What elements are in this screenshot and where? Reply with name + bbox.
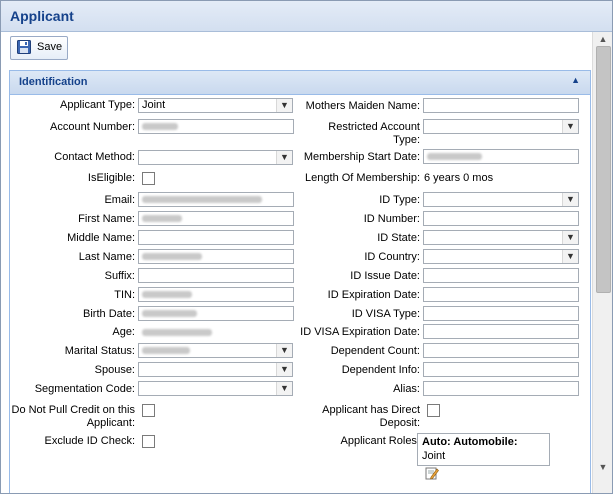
do-not-pull-credit-checkbox[interactable]	[142, 404, 155, 417]
floppy-disk-icon	[17, 40, 31, 54]
applicant-type-value: Joint	[142, 99, 166, 111]
alias-label: Alias:	[393, 383, 420, 395]
scrollbar-thumb[interactable]	[596, 46, 611, 293]
alias-field[interactable]	[423, 381, 579, 396]
age-label: Age:	[112, 326, 135, 338]
restricted-account-type-select[interactable]: ▼	[423, 119, 579, 134]
mothers-maiden-name-field[interactable]	[423, 98, 579, 113]
id-type-select[interactable]: ▼	[423, 192, 579, 207]
email-field[interactable]	[138, 192, 294, 207]
last-name-label: Last Name:	[78, 251, 135, 263]
id-visa-type-field[interactable]	[423, 306, 579, 321]
segmentation-code-select[interactable]: ▼	[138, 381, 293, 396]
first-name-label: First Name:	[78, 213, 135, 225]
email-label: Email:	[104, 194, 135, 206]
id-state-select[interactable]: ▼	[423, 230, 579, 245]
toolbar: Save	[1, 32, 591, 62]
first-name-field[interactable]	[138, 211, 294, 226]
tin-field[interactable]	[138, 287, 294, 302]
id-number-label: ID Number:	[363, 213, 420, 225]
chevron-down-icon[interactable]: ▼	[276, 382, 292, 395]
chevron-down-icon[interactable]: ▼	[562, 231, 578, 244]
account-number-field[interactable]	[138, 119, 294, 134]
chevron-down-icon[interactable]: ▼	[562, 120, 578, 133]
exclude-id-check-label: Exclude ID Check:	[44, 435, 135, 447]
direct-deposit-label-1: Applicant has Direct	[322, 404, 420, 416]
length-of-membership-value: 6 years 0 mos	[424, 172, 494, 184]
id-visa-expiration-date-label: ID VISA Expiration Date:	[300, 326, 420, 338]
length-of-membership-label: Length Of Membership:	[305, 172, 420, 184]
spouse-select[interactable]: ▼	[138, 362, 293, 377]
dependent-count-field[interactable]	[423, 343, 579, 358]
is-eligible-checkbox[interactable]	[142, 172, 155, 185]
birth-date-field[interactable]	[138, 306, 294, 321]
mothers-maiden-name-label: Mothers Maiden Name:	[305, 100, 420, 112]
do-not-pull-credit-label-1: Do Not Pull Credit on this	[11, 404, 136, 416]
applicant-roles-box: Auto: Automobile: Joint	[417, 433, 550, 466]
applicant-window: Applicant Save ▲ ▼ Identification ▲ Appl…	[0, 0, 613, 494]
chevron-down-icon[interactable]: ▼	[276, 363, 292, 376]
tin-label: TIN:	[114, 289, 135, 301]
age-value	[142, 326, 222, 340]
contact-method-label: Contact Method:	[54, 151, 135, 163]
marital-status-label: Marital Status:	[64, 345, 135, 357]
id-visa-type-label: ID VISA Type:	[351, 308, 420, 320]
role-value: Joint	[422, 450, 446, 462]
vertical-scrollbar[interactable]: ▲ ▼	[592, 32, 612, 493]
chevron-down-icon[interactable]: ▼	[276, 344, 292, 357]
membership-start-date-label: Membership Start Date:	[303, 151, 420, 163]
applicant-type-select[interactable]: Joint ▼	[138, 98, 293, 113]
dependent-info-field[interactable]	[423, 362, 579, 377]
id-state-label: ID State:	[377, 232, 420, 244]
account-number-label: Account Number:	[50, 121, 135, 133]
suffix-field[interactable]	[138, 268, 294, 283]
id-issue-date-label: ID Issue Date:	[350, 270, 420, 282]
exclude-id-check-checkbox[interactable]	[142, 435, 155, 448]
restricted-account-type-label-1: Restricted Account	[328, 121, 420, 133]
dependent-count-label: Dependent Count:	[330, 345, 420, 357]
spouse-label: Spouse:	[94, 364, 135, 376]
birth-date-label: Birth Date:	[83, 308, 135, 320]
direct-deposit-checkbox[interactable]	[427, 404, 440, 417]
chevron-down-icon[interactable]: ▼	[562, 193, 578, 206]
applicant-type-label: Applicant Type:	[59, 99, 135, 111]
window-title: Applicant	[10, 8, 74, 24]
id-issue-date-field[interactable]	[423, 268, 579, 283]
id-expiration-date-label: ID Expiration Date:	[327, 289, 420, 301]
id-number-field[interactable]	[423, 211, 579, 226]
middle-name-field[interactable]	[138, 230, 294, 245]
last-name-field[interactable]	[138, 249, 294, 264]
applicant-roles-label: Applicant Roles:	[340, 435, 421, 447]
membership-start-date-field[interactable]	[423, 149, 579, 164]
suffix-label: Suffix:	[104, 270, 135, 282]
segmentation-code-label: Segmentation Code:	[34, 383, 135, 395]
id-expiration-date-field[interactable]	[423, 287, 579, 302]
is-eligible-label: IsEligible:	[87, 172, 135, 184]
direct-deposit-label-2: Deposit:	[379, 417, 420, 429]
chevron-down-icon[interactable]: ▼	[276, 151, 292, 164]
do-not-pull-credit-label-2: Applicant:	[86, 417, 135, 429]
role-title: Auto: Automobile:	[422, 436, 518, 448]
id-type-label: ID Type:	[379, 194, 420, 206]
contact-method-select[interactable]: ▼	[138, 150, 293, 165]
edit-pencil-icon[interactable]	[425, 466, 439, 480]
id-visa-expiration-date-field[interactable]	[423, 324, 579, 339]
marital-status-select[interactable]: ▼	[138, 343, 293, 358]
save-button-label: Save	[37, 41, 63, 53]
title-bar: Applicant	[1, 1, 612, 32]
id-country-select[interactable]: ▼	[423, 249, 579, 264]
chevron-down-icon[interactable]: ▼	[276, 99, 292, 112]
restricted-account-type-label-2: Type:	[393, 134, 420, 146]
scroll-up-icon[interactable]: ▲	[597, 34, 609, 44]
panel-header[interactable]: Identification ▲	[10, 71, 590, 95]
dependent-info-label: Dependent Info:	[341, 364, 420, 376]
panel-title: Identification	[19, 76, 88, 88]
chevron-up-icon[interactable]: ▲	[571, 75, 580, 85]
scroll-down-icon[interactable]: ▼	[597, 462, 609, 472]
middle-name-label: Middle Name:	[67, 232, 135, 244]
chevron-down-icon[interactable]: ▼	[562, 250, 578, 263]
save-button[interactable]: Save	[10, 36, 68, 60]
id-country-label: ID Country:	[364, 251, 420, 263]
